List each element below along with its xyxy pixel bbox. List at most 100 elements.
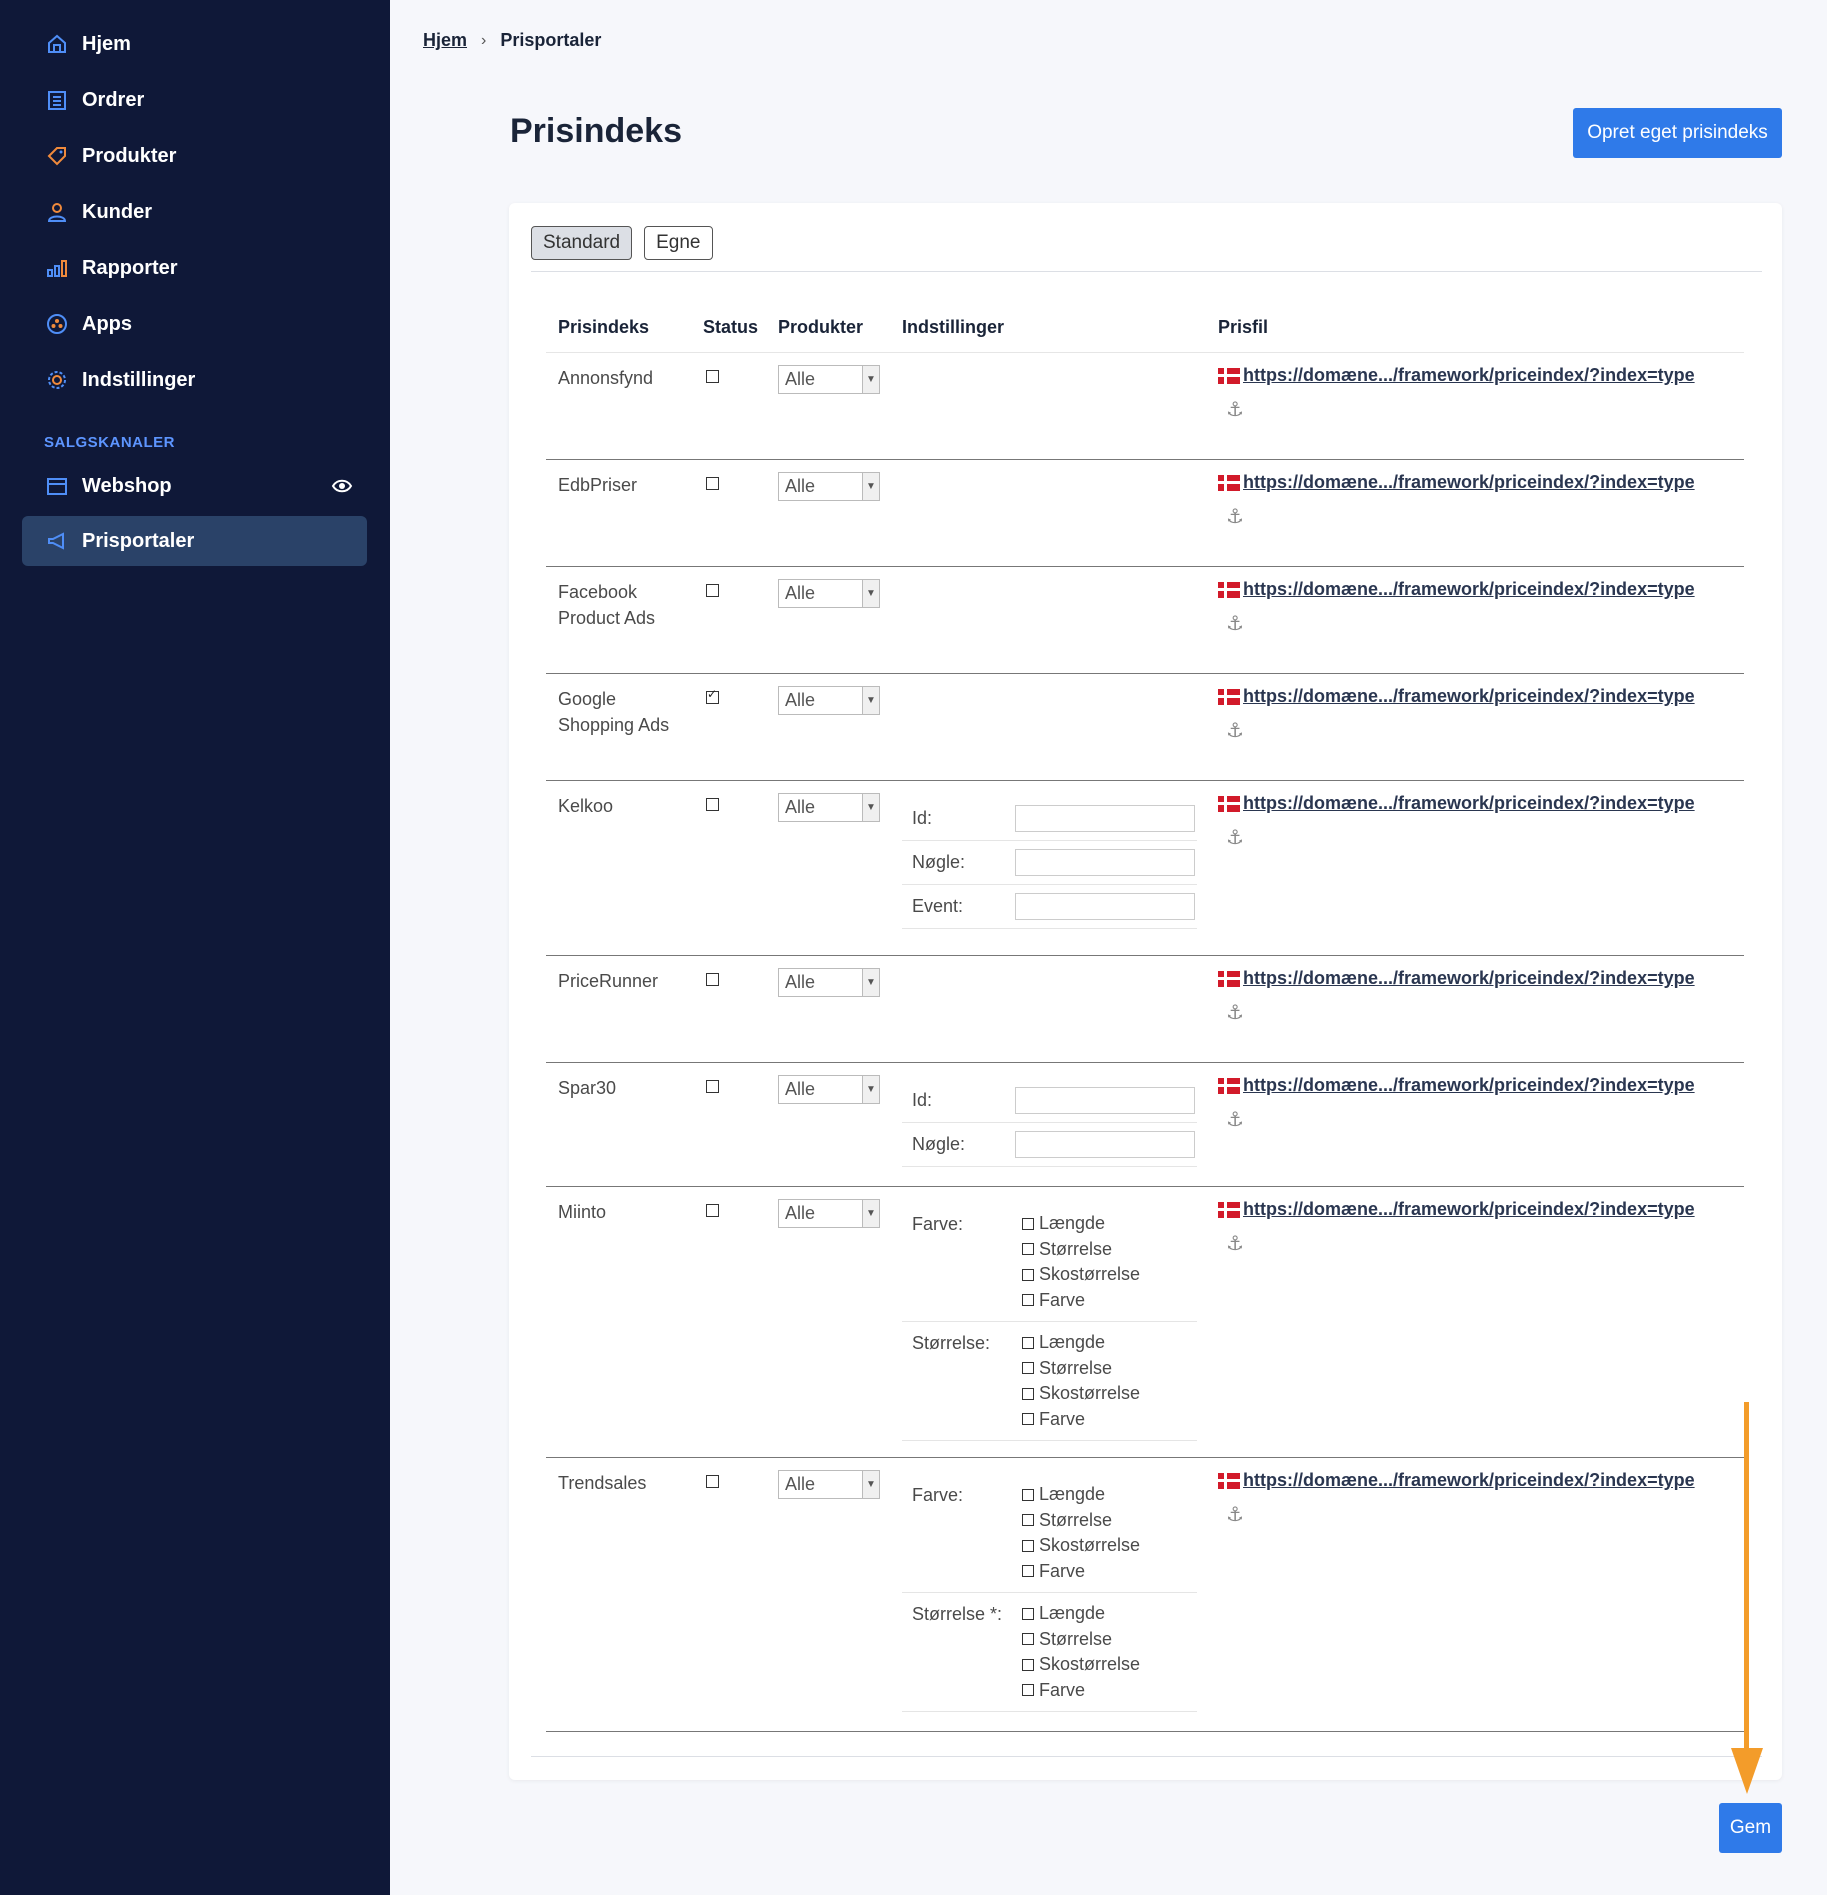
option-checkbox[interactable]: Farve xyxy=(1022,1407,1140,1433)
settings-field-input[interactable] xyxy=(1015,1131,1195,1158)
price-file-link[interactable]: https://domæne.../framework/priceindex/?… xyxy=(1218,968,1695,989)
sidebar-item-kunder[interactable]: Kunder xyxy=(22,187,367,237)
products-select[interactable]: Alle ▼ xyxy=(778,365,880,394)
tab-standard[interactable]: Standard xyxy=(531,226,633,260)
checkbox-box[interactable] xyxy=(1022,1684,1034,1697)
sidebar-item-prisportaler[interactable]: Prisportaler xyxy=(22,516,367,566)
products-select[interactable]: Alle ▼ xyxy=(778,1199,880,1228)
status-checkbox[interactable] xyxy=(706,477,719,490)
settings-field-label: Id: xyxy=(912,808,933,828)
settings-option-label: Størrelse *: xyxy=(912,1604,1003,1624)
anchor-icon[interactable]: ⚓ xyxy=(1226,1502,1744,1527)
anchor-icon[interactable]: ⚓ xyxy=(1226,611,1744,636)
sidebar-item-rapporter[interactable]: Rapporter xyxy=(22,243,367,293)
checkbox-box[interactable] xyxy=(1022,1658,1034,1671)
price-file-link[interactable]: https://domæne.../framework/priceindex/?… xyxy=(1218,579,1695,600)
settings-field-input[interactable] xyxy=(1015,893,1195,920)
price-file-link[interactable]: https://domæne.../framework/priceindex/?… xyxy=(1218,793,1695,814)
price-file-link[interactable]: https://domæne.../framework/priceindex/?… xyxy=(1218,365,1695,386)
checkbox-box[interactable] xyxy=(1022,1413,1034,1426)
sidebar-item-hjem[interactable]: Hjem xyxy=(22,19,367,69)
settings-field-input[interactable] xyxy=(1015,805,1195,832)
status-checkbox[interactable] xyxy=(706,798,719,811)
status-checkbox[interactable] xyxy=(706,1204,719,1217)
option-checkbox[interactable]: Længde xyxy=(1022,1601,1140,1627)
checkbox-box[interactable] xyxy=(1022,1633,1034,1646)
checkbox-box[interactable] xyxy=(1022,1607,1034,1620)
checkbox-box[interactable] xyxy=(1022,1539,1034,1552)
checkbox-box[interactable] xyxy=(1022,1362,1034,1375)
save-button[interactable]: Gem xyxy=(1719,1803,1782,1853)
status-checkbox[interactable] xyxy=(706,370,719,383)
price-file-link[interactable]: https://domæne.../framework/priceindex/?… xyxy=(1218,472,1695,493)
settings-field-input[interactable] xyxy=(1015,1087,1195,1114)
option-checkbox[interactable]: Størrelse xyxy=(1022,1356,1140,1382)
option-checkbox[interactable]: Farve xyxy=(1022,1678,1140,1704)
option-checkbox[interactable]: Skostørrelse xyxy=(1022,1652,1140,1678)
table-header-row: Prisindeks Status Produkter Indstillinge… xyxy=(546,303,1744,353)
sidebar-item-apps[interactable]: Apps xyxy=(22,299,367,349)
price-file-link[interactable]: https://domæne.../framework/priceindex/?… xyxy=(1218,1075,1695,1096)
priceindex-name: PriceRunner xyxy=(558,971,659,991)
checkbox-box[interactable] xyxy=(1022,1336,1034,1349)
checkbox-box[interactable] xyxy=(1022,1243,1034,1256)
sidebar-item-produkter[interactable]: Produkter xyxy=(22,131,367,181)
status-checkbox[interactable] xyxy=(706,1475,719,1488)
tab-bar: Standard Egne xyxy=(531,226,713,260)
danish-flag-icon xyxy=(1218,1201,1240,1218)
option-checkbox[interactable]: Størrelse xyxy=(1022,1237,1140,1263)
eye-icon[interactable] xyxy=(331,475,353,497)
settings-field-input[interactable] xyxy=(1015,849,1195,876)
settings-field-label: Id: xyxy=(912,1090,933,1110)
option-checkbox[interactable]: Farve xyxy=(1022,1288,1140,1314)
option-checkbox[interactable]: Farve xyxy=(1022,1559,1140,1585)
products-select[interactable]: Alle ▼ xyxy=(778,1075,880,1104)
anchor-icon[interactable]: ⚓ xyxy=(1226,718,1744,743)
checkbox-box[interactable] xyxy=(1022,1565,1034,1578)
checkbox-box[interactable] xyxy=(1022,1217,1034,1230)
anchor-icon[interactable]: ⚓ xyxy=(1226,1231,1744,1256)
anchor-icon[interactable]: ⚓ xyxy=(1226,504,1744,529)
breadcrumb-home-link[interactable]: Hjem xyxy=(423,30,467,51)
products-select[interactable]: Alle ▼ xyxy=(778,1470,880,1499)
create-priceindex-button[interactable]: Opret eget prisindeks xyxy=(1573,108,1782,158)
anchor-icon[interactable]: ⚓ xyxy=(1226,397,1744,422)
option-label: Farve xyxy=(1039,1289,1086,1310)
status-cell xyxy=(703,1457,778,1732)
option-checkbox[interactable]: Skostørrelse xyxy=(1022,1533,1140,1559)
sidebar-item-indstillinger[interactable]: Indstillinger xyxy=(22,355,367,405)
file-cell: https://domæne.../framework/priceindex/?… xyxy=(1218,566,1744,674)
products-select[interactable]: Alle ▼ xyxy=(778,472,880,501)
anchor-icon[interactable]: ⚓ xyxy=(1226,1107,1744,1132)
checkbox-box[interactable] xyxy=(1022,1387,1034,1400)
anchor-icon[interactable]: ⚓ xyxy=(1226,825,1744,850)
tab-egne[interactable]: Egne xyxy=(644,226,713,260)
status-checkbox[interactable] xyxy=(706,584,719,597)
option-checkbox[interactable]: Længde xyxy=(1022,1482,1140,1508)
option-checkbox[interactable]: Skostørrelse xyxy=(1022,1262,1140,1288)
option-checkbox[interactable]: Størrelse xyxy=(1022,1627,1140,1653)
checkbox-box[interactable] xyxy=(1022,1268,1034,1281)
products-select[interactable]: Alle ▼ xyxy=(778,686,880,715)
status-checkbox[interactable] xyxy=(706,973,719,986)
anchor-icon[interactable]: ⚓ xyxy=(1226,1000,1744,1025)
option-checkbox[interactable]: Skostørrelse xyxy=(1022,1381,1140,1407)
products-select[interactable]: Alle ▼ xyxy=(778,579,880,608)
price-file-link[interactable]: https://domæne.../framework/priceindex/?… xyxy=(1218,686,1695,707)
products-select[interactable]: Alle ▼ xyxy=(778,793,880,822)
status-checkbox[interactable] xyxy=(706,1080,719,1093)
sidebar-item-ordrer[interactable]: Ordrer xyxy=(22,75,367,125)
checkbox-box[interactable] xyxy=(1022,1488,1034,1501)
checkbox-box[interactable] xyxy=(1022,1514,1034,1527)
option-checkbox[interactable]: Størrelse xyxy=(1022,1508,1140,1534)
price-file-link[interactable]: https://domæne.../framework/priceindex/?… xyxy=(1218,1470,1695,1491)
checkbox-box[interactable] xyxy=(1022,1294,1034,1307)
settings-cell xyxy=(902,566,1218,674)
option-checkbox[interactable]: Længde xyxy=(1022,1211,1140,1237)
priceindex-name-cell: Trendsales xyxy=(546,1457,703,1732)
products-select[interactable]: Alle ▼ xyxy=(778,968,880,997)
status-checkbox[interactable] xyxy=(706,687,719,704)
price-file-link[interactable]: https://domæne.../framework/priceindex/?… xyxy=(1218,1199,1695,1220)
sidebar-item-webshop[interactable]: Webshop xyxy=(22,461,367,511)
option-checkbox[interactable]: Længde xyxy=(1022,1330,1140,1356)
